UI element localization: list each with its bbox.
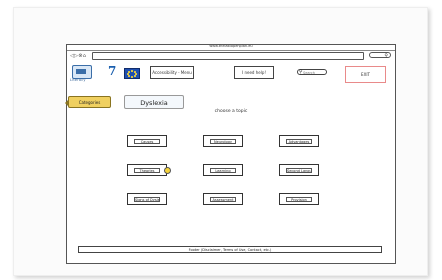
framework-seven-logo: 7	[108, 64, 117, 78]
help-button[interactable]: I need help!	[234, 66, 274, 79]
topic-causes[interactable]: Causes	[127, 135, 167, 147]
accessibility-menu-button[interactable]: Accessibility - Menu	[150, 66, 194, 79]
eu-flag-icon	[124, 68, 140, 79]
topic-label: Provision	[286, 197, 312, 202]
page-title: Dyslexia	[124, 95, 184, 109]
logo-mark	[76, 69, 86, 74]
exit-button[interactable]: EXIT	[345, 66, 386, 83]
topic-label: Signs of Dyslexia	[134, 197, 160, 202]
topic-label: Assessment	[210, 197, 236, 202]
categories-back-button[interactable]: Categories	[65, 96, 111, 108]
topic-label: Theories	[134, 168, 160, 173]
topic-label: Advantages	[286, 139, 312, 144]
browser-search-icon[interactable]: ⚲	[369, 52, 391, 59]
topic-assessment[interactable]: Assessment	[203, 193, 243, 205]
topic-label: Learning	[210, 168, 236, 173]
topic-label: Causes	[134, 139, 160, 144]
topic-label: Neurology	[210, 139, 236, 144]
search-input[interactable]: ⚲ Search	[297, 69, 327, 75]
search-placeholder: Search	[303, 71, 316, 75]
topic-neurology[interactable]: Neurology	[203, 135, 243, 147]
topic-signs-of-dyslexia[interactable]: Signs of Dyslexia	[127, 193, 167, 205]
topic-provision[interactable]: Provision	[279, 193, 319, 205]
browser-window: www.thelastopenplan.eu ◁▷⊗⌂ ⚲ Literacy 7…	[65, 44, 396, 264]
topic-theories[interactable]: Theories	[127, 164, 167, 176]
cursor-click-indicator-icon	[164, 167, 171, 174]
literacy-logo[interactable]	[72, 65, 92, 79]
footer-bar[interactable]: Footer (Disclaimer, Terms of Use, Contac…	[78, 246, 382, 253]
address-bar[interactable]	[92, 52, 364, 60]
topic-advantages[interactable]: Advantages	[279, 135, 319, 147]
topic-learning[interactable]: Learning	[203, 164, 243, 176]
topic-label: Second Language	[286, 168, 312, 173]
search-icon: ⚲	[299, 69, 303, 75]
title-bar: www.thelastopenplan.eu	[67, 44, 395, 51]
window-title: www.thelastopenplan.eu	[209, 44, 253, 48]
browser-nav-controls[interactable]: ◁▷⊗⌂	[70, 53, 86, 59]
topic-second-language[interactable]: Second Language	[279, 164, 319, 176]
logo-label: Literacy	[70, 78, 86, 82]
choose-topic-heading: choose a topic	[214, 109, 248, 114]
